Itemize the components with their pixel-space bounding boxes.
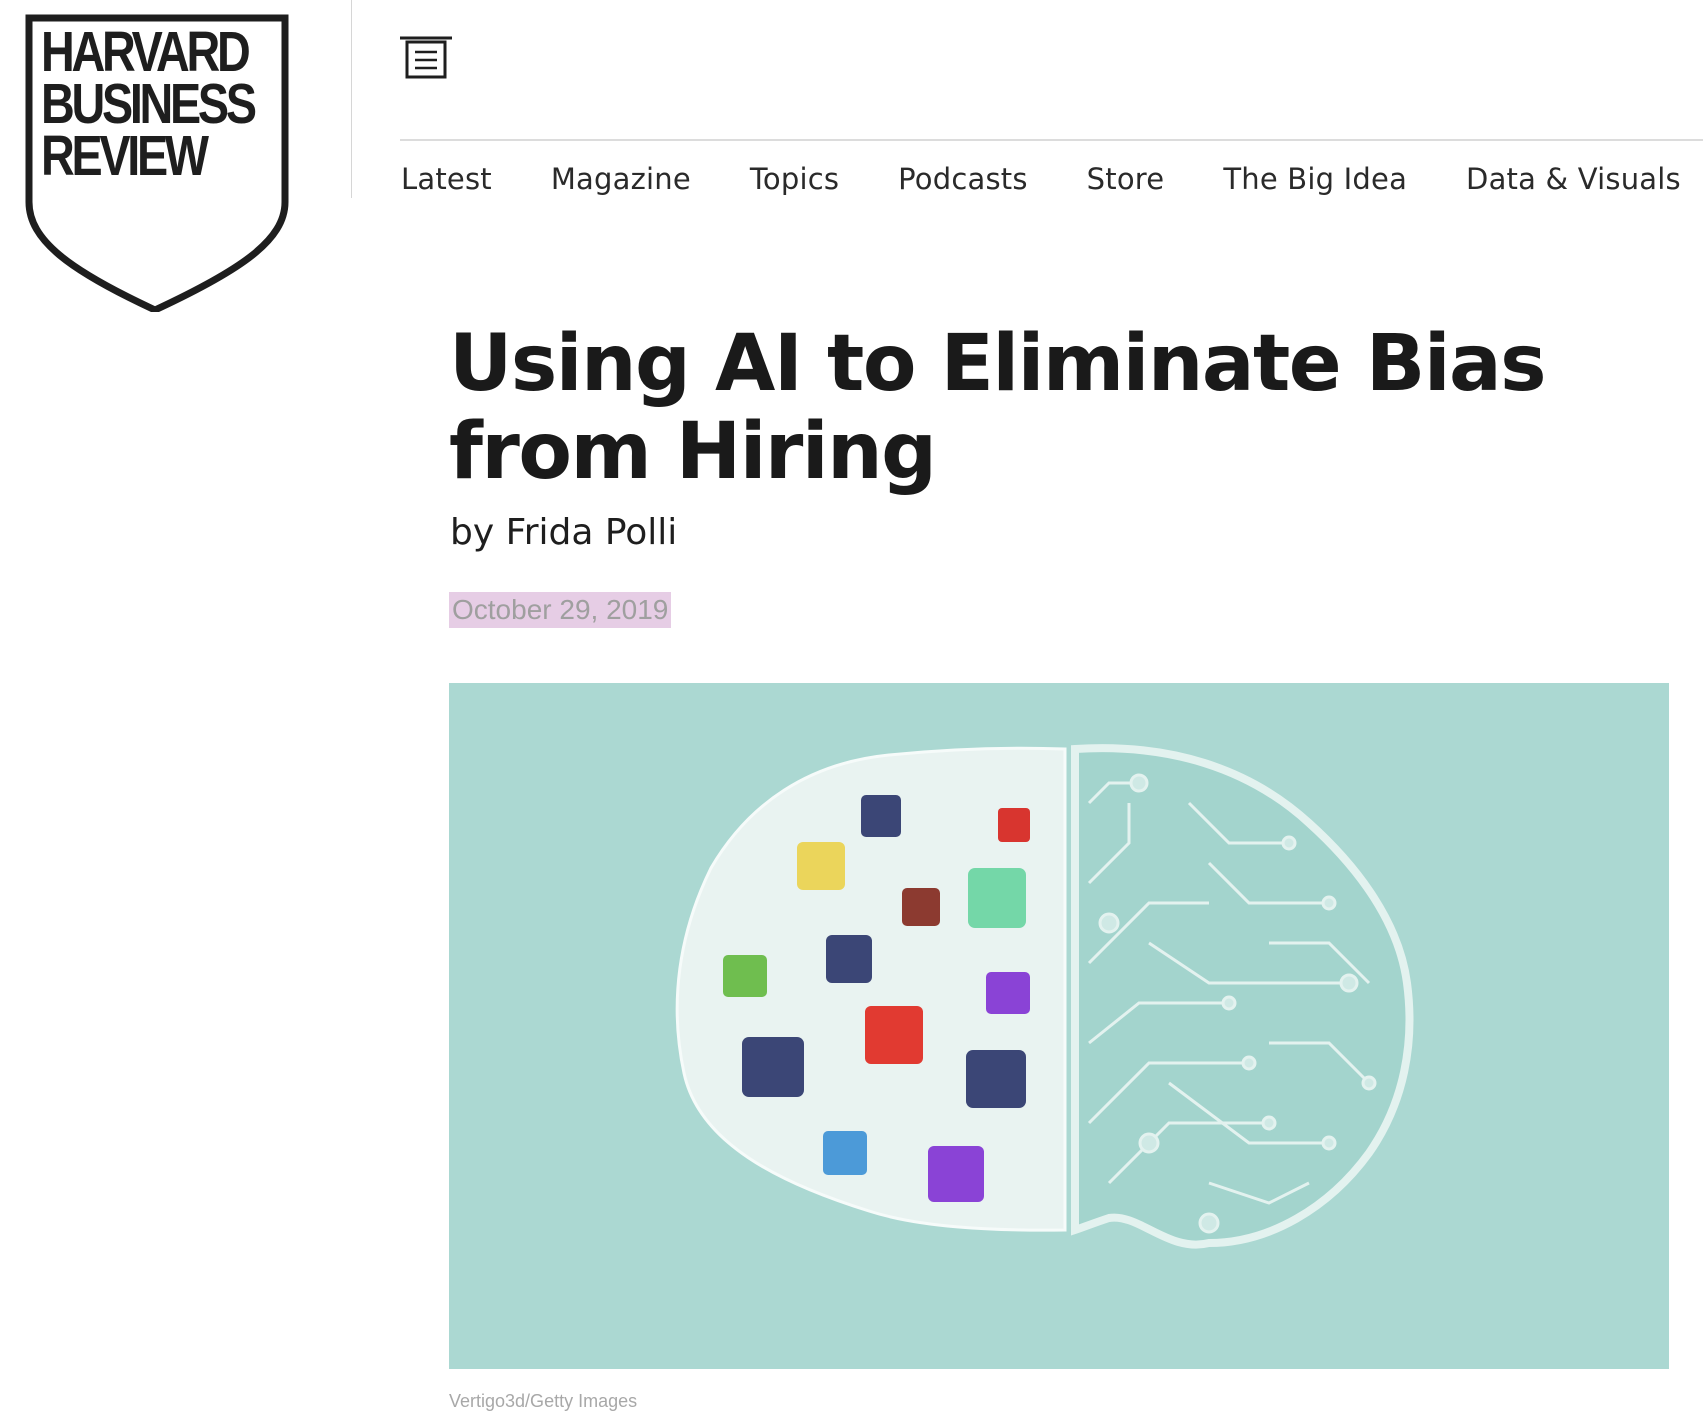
logo-line-3: REVIEW (41, 124, 209, 188)
author-link[interactable]: Frida Polli (506, 512, 678, 553)
nav-item-data-visuals[interactable]: Data & Visuals (1466, 162, 1681, 202)
menu-icon (400, 36, 452, 79)
header-divider (351, 0, 352, 198)
article-title: Using AI to Eliminate Bias from Hiring (449, 319, 1547, 497)
publish-date: October 29, 2019 (449, 592, 672, 628)
nav-item-topics[interactable]: Topics (750, 162, 839, 202)
brain-right-half (1071, 744, 1414, 1249)
menu-button[interactable] (398, 34, 454, 80)
byline: by Frida Polli (450, 512, 677, 553)
brain-illustration (675, 744, 1414, 1249)
nav-item-podcasts[interactable]: Podcasts (898, 162, 1028, 202)
main-nav: Latest Magazine Topics Podcasts Store Th… (401, 162, 1703, 202)
hbr-logo[interactable]: HARVARD BUSINESS REVIEW (25, 14, 289, 312)
logo-line-1: HARVARD (41, 20, 251, 84)
byline-prefix: by (450, 512, 495, 553)
logo-line-2: BUSINESS (41, 72, 257, 136)
nav-item-big-idea[interactable]: The Big Idea (1223, 162, 1407, 202)
nav-item-magazine[interactable]: Magazine (551, 162, 691, 202)
nav-item-latest[interactable]: Latest (401, 162, 492, 202)
logo-wordmark: HARVARD BUSINESS REVIEW (41, 20, 257, 188)
nav-rule (400, 139, 1703, 141)
hero-image (449, 683, 1669, 1369)
nav-item-store[interactable]: Store (1087, 162, 1165, 202)
image-credit: Vertigo3d/Getty Images (449, 1391, 638, 1411)
